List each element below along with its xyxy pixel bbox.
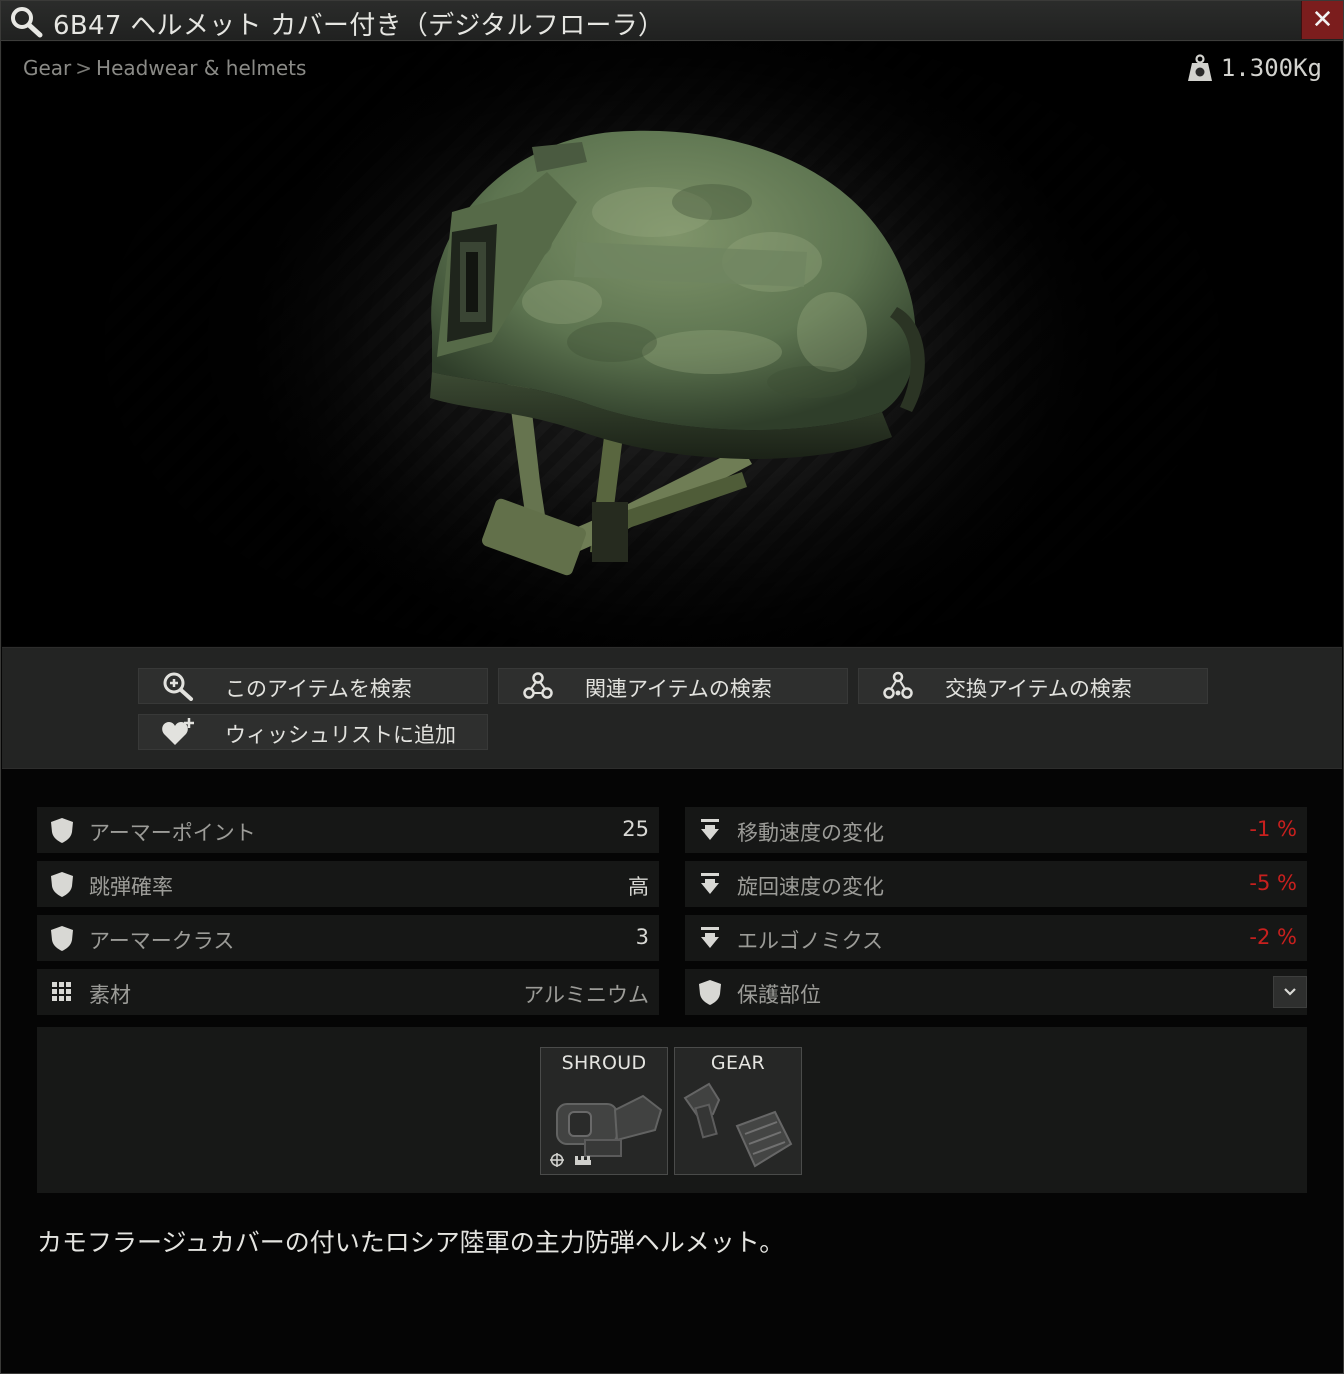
shroud-mount-icon (550, 1094, 663, 1167)
shield-icon (51, 926, 73, 951)
chevron-down-icon (1284, 988, 1296, 996)
stat-value: 高 (628, 875, 649, 899)
search-item-button[interactable]: このアイテムを検索 (138, 668, 488, 704)
stat-move-speed: 移動速度の変化 -1 % (685, 807, 1307, 853)
stat-material: 素材 アルミニウム (37, 969, 659, 1015)
stat-armor-points: アーマーポイント 25 (37, 807, 659, 853)
weight-down-icon (701, 819, 719, 840)
stat-turn-speed: 旋回速度の変化 -5 % (685, 861, 1307, 907)
heart-plus-icon (162, 718, 194, 745)
close-button[interactable]: ✕ (1301, 1, 1343, 39)
breadcrumb: Gear > Headwear & helmets (23, 56, 306, 80)
search-barter-button[interactable]: 交換アイテムの検索 (858, 668, 1208, 704)
weight-icon (1187, 54, 1212, 81)
stat-ricochet-chance: 跳弾確率 高 (37, 861, 659, 907)
slot-label: SHROUD (561, 1052, 647, 1074)
shield-icon (51, 818, 73, 843)
stat-value: 25 (622, 817, 649, 841)
add-to-wishlist-button[interactable]: ウィッシュリストに追加 (138, 714, 488, 750)
stat-name: アーマークラス (89, 929, 235, 953)
mod-slots-panel: SHROUD GEAR (37, 1027, 1307, 1193)
gear-mount-icon (683, 1082, 793, 1168)
slot-label: GEAR (710, 1052, 766, 1074)
stat-protected-areas: 保護部位 (685, 969, 1307, 1015)
weight-value: 1.300Kg (1220, 54, 1322, 82)
search-item-label: このアイテムを検索 (225, 677, 412, 701)
stat-name: アーマーポイント (89, 821, 256, 845)
stat-name: 跳弾確率 (89, 875, 173, 899)
weight-display: 1.300Kg (1187, 54, 1322, 82)
stat-name: 旋回速度の変化 (737, 875, 884, 899)
stat-value: 3 (635, 925, 649, 949)
stat-ergonomics: エルゴノミクス -2 % (685, 915, 1307, 961)
shield-icon (51, 872, 73, 897)
grid-icon (52, 982, 71, 1001)
search-related-button[interactable]: 関連アイテムの検索 (498, 668, 848, 704)
stat-value: -2 % (1249, 925, 1297, 949)
slot-shroud[interactable]: SHROUD (540, 1047, 668, 1175)
expand-dropdown-button[interactable] (1273, 976, 1307, 1008)
shield-icon (699, 980, 721, 1005)
window-title: 6B47 ヘルメット カバー付き（デジタルフローラ） (53, 11, 665, 41)
stat-value: -5 % (1249, 871, 1297, 895)
stat-value: アルミニウム (523, 983, 649, 1007)
stat-name: 保護部位 (737, 983, 821, 1007)
item-preview: Gear > Headwear & helmets 1.300Kg (2, 42, 1342, 646)
stat-value: -1 % (1249, 817, 1297, 841)
stat-name: 素材 (89, 983, 131, 1007)
item-description: カモフラージュカバーの付いたロシア陸軍の主力防弾ヘルメット。 (37, 1228, 785, 1257)
title-bar[interactable]: 6B47 ヘルメット カバー付き（デジタルフローラ） ✕ (1, 1, 1343, 41)
link-nodes-icon (523, 672, 553, 699)
weight-down-icon (701, 873, 719, 894)
action-bar: このアイテムを検索 関連アイテムの検索 交換アイテムの検索 ウィッシュリストに追… (2, 647, 1342, 769)
breadcrumb-category[interactable]: Gear (23, 56, 71, 80)
item-inspect-window: 6B47 ヘルメット カバー付き（デジタルフローラ） ✕ Gear > Headwe… (0, 0, 1344, 1374)
weight-down-icon (701, 927, 719, 948)
breadcrumb-separator: > (75, 56, 93, 80)
add-to-wishlist-label: ウィッシュリストに追加 (225, 723, 456, 747)
slot-gear[interactable]: GEAR (674, 1047, 802, 1175)
barter-nodes-icon (883, 671, 913, 699)
search-plus-icon (163, 672, 193, 701)
stat-armor-class: アーマークラス 3 (37, 915, 659, 961)
helmet-image (430, 130, 925, 576)
stat-name: エルゴノミクス (737, 929, 883, 953)
stat-name: 移動速度の変化 (737, 821, 884, 845)
search-icon (11, 7, 43, 38)
breadcrumb-subcategory[interactable]: Headwear & helmets (96, 56, 306, 80)
search-related-label: 関連アイテムの検索 (585, 677, 772, 701)
search-barter-label: 交換アイテムの検索 (945, 677, 1132, 701)
